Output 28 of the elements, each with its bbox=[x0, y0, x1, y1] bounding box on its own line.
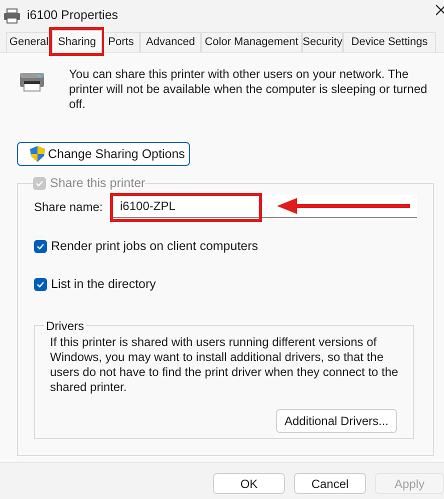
checkbox-label: Render print jobs on client computers bbox=[51, 238, 258, 255]
tab[interactable]: Sharing bbox=[52, 30, 102, 53]
highlight-frame bbox=[49, 27, 104, 56]
tab[interactable]: Advanced bbox=[140, 32, 201, 52]
additional-drivers-button[interactable]: Additional Drivers... bbox=[276, 408, 397, 432]
checkmark-icon bbox=[35, 178, 44, 188]
window-title: i6100 Properties bbox=[27, 7, 118, 24]
tab[interactable]: General bbox=[6, 32, 52, 52]
tab[interactable]: Color Management bbox=[201, 32, 302, 52]
checkmark-icon bbox=[36, 280, 45, 289]
change-sharing-options-button[interactable]: Change Sharing Options bbox=[17, 142, 190, 166]
printer-icon bbox=[3, 8, 21, 24]
tab[interactable]: Device Settings bbox=[343, 32, 436, 52]
drivers-group-title: Drivers bbox=[45, 318, 85, 334]
checkbox[interactable] bbox=[34, 278, 47, 291]
shield-icon bbox=[30, 146, 45, 162]
close-icon[interactable] bbox=[436, 3, 444, 17]
checkmark-icon bbox=[36, 242, 45, 251]
dialog-button[interactable]: Cancel bbox=[294, 473, 366, 494]
checkbox[interactable] bbox=[34, 240, 47, 253]
tab[interactable]: Security bbox=[302, 32, 343, 52]
dialog-button[interactable]: OK bbox=[213, 473, 285, 494]
description-text: You can share this printer with other users on your network. The printer will not be available when the computer is sleeping or turned off. bbox=[69, 67, 428, 112]
checkbox-label: List in the directory bbox=[51, 276, 156, 293]
drivers-text: If this printer is shared with users running different versions of Windows, you may want to install additional drivers, so that the users do not have to find the print driver when they connect to the shared printer. bbox=[50, 334, 400, 394]
share-name-label: Share name: bbox=[34, 198, 104, 216]
tab[interactable]: Ports bbox=[102, 32, 140, 52]
checkbox-label: Share this printer bbox=[50, 176, 146, 190]
